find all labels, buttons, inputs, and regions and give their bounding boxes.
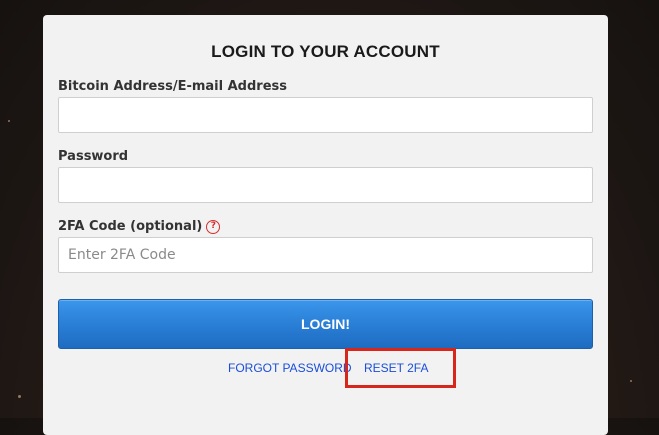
question-circle-icon[interactable]: ? <box>206 219 221 234</box>
login-button[interactable]: LOGIN! <box>58 299 593 349</box>
bitcoin-email-input[interactable] <box>58 97 593 133</box>
bitcoin-email-label: Bitcoin Address/E-mail Address <box>58 79 287 94</box>
bitcoin-email-label-text: Bitcoin Address/E-mail Address <box>58 79 287 94</box>
2fa-code-label: 2FA Code (optional) ? <box>58 219 221 234</box>
forgot-password-link[interactable]: FORGOT PASSWORD <box>228 361 352 375</box>
password-input[interactable] <box>58 167 593 203</box>
password-label: Password <box>58 149 128 164</box>
login-card: LOGIN TO YOUR ACCOUNT Bitcoin Address/E-… <box>43 15 608 435</box>
2fa-code-input[interactable] <box>58 237 593 273</box>
background-speck <box>630 380 632 382</box>
login-title: LOGIN TO YOUR ACCOUNT <box>211 42 440 61</box>
2fa-code-label-text: 2FA Code (optional) <box>58 219 203 234</box>
background-speck <box>8 120 10 122</box>
password-label-text: Password <box>58 149 129 164</box>
login-links: FORGOT PASSWORD RESET 2FA <box>43 361 608 377</box>
background-speck <box>18 395 21 398</box>
reset-2fa-link[interactable]: RESET 2FA <box>364 361 428 375</box>
